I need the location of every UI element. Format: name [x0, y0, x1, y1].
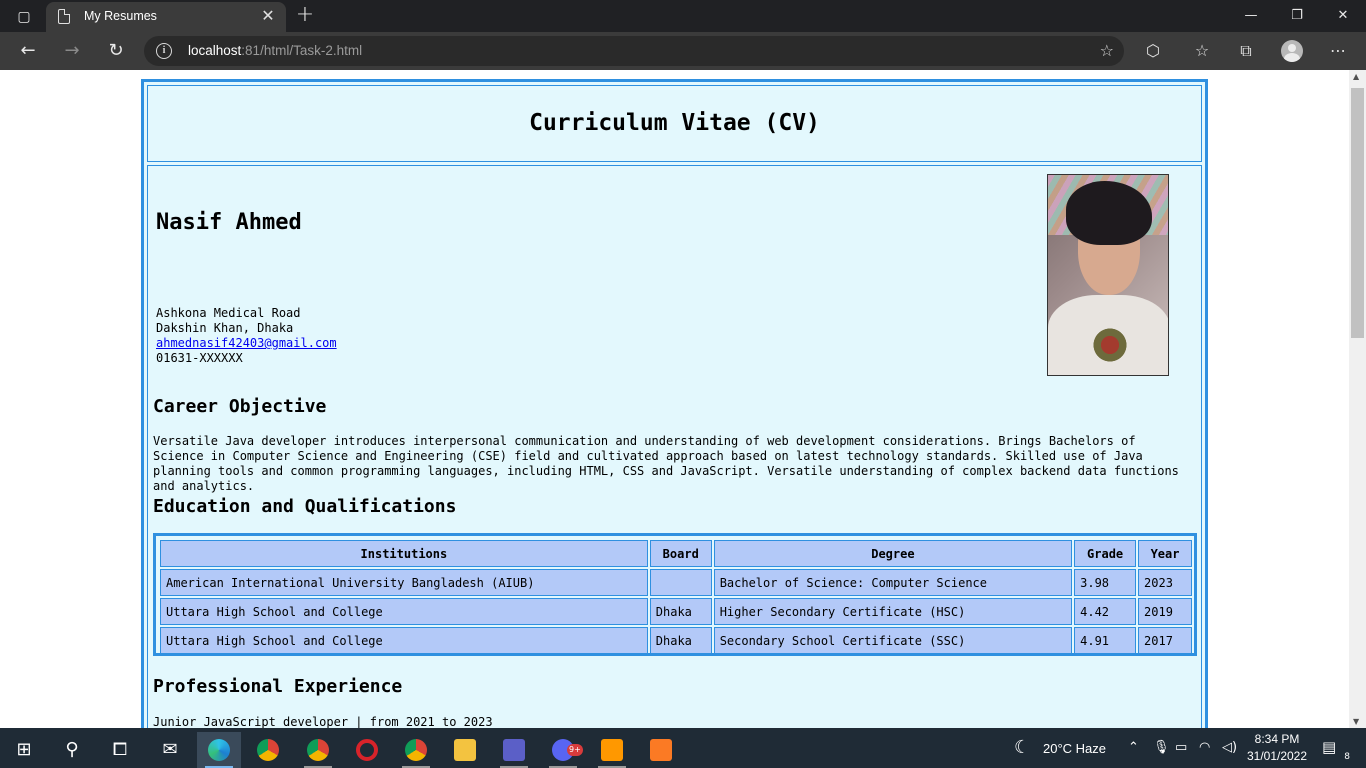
- cell-board: Dhaka: [649, 598, 712, 625]
- tab-actions-icon[interactable]: ▢: [10, 6, 38, 28]
- cell-grade: 3.98: [1074, 569, 1137, 596]
- cell-institution: American International University Bangla…: [160, 569, 648, 596]
- cell-board: Dhaka: [649, 627, 712, 654]
- career-objective-text: Versatile Java developer introduces inte…: [153, 434, 1179, 493]
- address-line-1: Ashkona Medical Road: [156, 306, 301, 320]
- cell-grade: 4.42: [1074, 598, 1137, 625]
- profile-avatar-icon[interactable]: [1281, 40, 1303, 62]
- sublime-text-icon[interactable]: [590, 732, 634, 768]
- clock-date: 31/01/2022: [1246, 749, 1308, 763]
- task-view-icon[interactable]: ⧠: [98, 732, 142, 768]
- chrome-profile-icon[interactable]: [296, 732, 340, 768]
- notification-center-icon[interactable]: ▤ 8: [1322, 738, 1350, 762]
- experience-heading: Professional Experience: [153, 676, 403, 697]
- table-row: Uttara High School and College Dhaka Hig…: [160, 598, 1192, 625]
- favorites-icon[interactable]: ☆: [1189, 39, 1215, 63]
- education-heading: Education and Qualifications: [153, 496, 457, 517]
- vertical-scrollbar[interactable]: ▲ ▼: [1349, 70, 1366, 728]
- cell-board: [649, 569, 712, 596]
- cell-degree: Bachelor of Science: Computer Science: [713, 569, 1073, 596]
- chevron-up-icon[interactable]: ⌃: [1128, 740, 1139, 755]
- microphone-icon[interactable]: 🎙: [1153, 740, 1170, 755]
- table-row: Uttara High School and College Dhaka Sec…: [160, 627, 1192, 654]
- notification-count: 8: [1344, 752, 1350, 762]
- weather-text[interactable]: 20°C Haze: [1043, 741, 1106, 756]
- table-row: American International University Bangla…: [160, 569, 1192, 596]
- page-icon: [58, 9, 70, 24]
- address-line-2: Dakshin Khan, Dhaka: [156, 321, 294, 335]
- browser-tab-strip: ▢ My Resumes ✕ + — ❐ ✕: [0, 0, 1366, 32]
- header-year: Year: [1138, 540, 1192, 567]
- extensions-icon[interactable]: ⬡: [1140, 39, 1166, 63]
- cell-grade: 4.91: [1074, 627, 1137, 654]
- unread-badge: 9+: [567, 744, 583, 756]
- table-header-row: Institutions Board Degree Grade Year: [160, 540, 1192, 567]
- url-text[interactable]: localhost:81/html/Task-2.html: [188, 43, 362, 58]
- wifi-icon[interactable]: ◠: [1199, 740, 1210, 755]
- chrome-icon[interactable]: [246, 732, 290, 768]
- header-institutions: Institutions: [160, 540, 648, 567]
- email-link[interactable]: ahmednasif42403@gmail.com: [156, 336, 337, 350]
- scroll-down-icon[interactable]: ▼: [1353, 717, 1359, 726]
- edge-browser-icon[interactable]: [197, 732, 241, 768]
- discord-icon[interactable]: 9+: [541, 732, 585, 768]
- windows-start-icon[interactable]: ⊞: [2, 732, 46, 768]
- xampp-icon[interactable]: [639, 732, 683, 768]
- system-clock[interactable]: 8:34 PM 31/01/2022: [1242, 731, 1312, 765]
- cell-year: 2017: [1138, 627, 1192, 654]
- more-menu-icon[interactable]: ⋯: [1325, 39, 1351, 63]
- chrome-user-icon[interactable]: [394, 732, 438, 768]
- education-table: Institutions Board Degree Grade Year Ame…: [153, 533, 1197, 656]
- scrollbar-thumb[interactable]: [1351, 88, 1364, 338]
- opera-icon[interactable]: [345, 732, 389, 768]
- contact-block: Ashkona Medical Road Dakshin Khan, Dhaka…: [156, 306, 337, 366]
- refresh-icon[interactable]: ↻: [101, 37, 131, 65]
- collections-icon[interactable]: ⧉: [1233, 39, 1259, 63]
- cell-institution: Uttara High School and College: [160, 627, 648, 654]
- tab-title: My Resumes: [84, 9, 157, 23]
- file-explorer-icon[interactable]: [443, 732, 487, 768]
- scroll-up-icon[interactable]: ▲: [1353, 72, 1359, 81]
- minimize-icon[interactable]: —: [1228, 0, 1274, 32]
- site-info-icon[interactable]: i: [156, 43, 172, 59]
- cell-degree: Higher Secondary Certificate (HSC): [713, 598, 1073, 625]
- weather-moon-icon[interactable]: ☾: [1014, 737, 1030, 758]
- cv-header: Curriculum Vitae (CV): [147, 85, 1202, 162]
- back-icon[interactable]: ←: [13, 37, 43, 65]
- windows-taskbar: ⊞ ⚲ ⧠ ✉ 9+ ☾ 20°C Haze ⌃ 🎙 ▭ ◠ ◁) 8:34 P…: [0, 728, 1366, 768]
- cell-year: 2019: [1138, 598, 1192, 625]
- volume-icon[interactable]: ◁): [1222, 740, 1237, 755]
- address-toolbar: ← → ↻ i localhost:81/html/Task-2.html ☆ …: [0, 32, 1366, 70]
- search-icon[interactable]: ⚲: [50, 732, 94, 768]
- cell-degree: Secondary School Certificate (SSC): [713, 627, 1073, 654]
- phone-number: 01631-XXXXXX: [156, 351, 243, 365]
- header-board: Board: [649, 540, 712, 567]
- header-degree: Degree: [713, 540, 1073, 567]
- header-grade: Grade: [1074, 540, 1137, 567]
- address-bar[interactable]: i localhost:81/html/Task-2.html ☆: [144, 36, 1124, 66]
- close-tab-icon[interactable]: ✕: [258, 6, 278, 26]
- restore-icon[interactable]: ❐: [1274, 0, 1320, 32]
- cv-container: Curriculum Vitae (CV) Nasif Ahmed Ashkon…: [141, 79, 1208, 728]
- profile-photo: [1047, 174, 1169, 376]
- tab-my-resumes[interactable]: My Resumes ✕: [46, 2, 286, 32]
- new-tab-button[interactable]: +: [292, 3, 318, 29]
- person-name: Nasif Ahmed: [156, 210, 302, 235]
- experience-item: Junior JavaScript developer | from 2021 …: [153, 715, 493, 728]
- page-viewport: Curriculum Vitae (CV) Nasif Ahmed Ashkon…: [0, 70, 1349, 728]
- close-window-icon[interactable]: ✕: [1320, 0, 1366, 32]
- page-title: Curriculum Vitae (CV): [529, 110, 820, 136]
- clock-time: 8:34 PM: [1254, 732, 1300, 746]
- teams-icon[interactable]: [492, 732, 536, 768]
- add-favorite-icon[interactable]: ☆: [1100, 41, 1114, 60]
- cell-institution: Uttara High School and College: [160, 598, 648, 625]
- forward-icon[interactable]: →: [57, 37, 87, 65]
- mail-icon[interactable]: ✉: [148, 732, 192, 768]
- cv-body: Nasif Ahmed Ashkona Medical Road Dakshin…: [147, 165, 1202, 728]
- cell-year: 2023: [1138, 569, 1192, 596]
- career-objective-heading: Career Objective: [153, 396, 327, 417]
- battery-icon[interactable]: ▭: [1175, 740, 1187, 755]
